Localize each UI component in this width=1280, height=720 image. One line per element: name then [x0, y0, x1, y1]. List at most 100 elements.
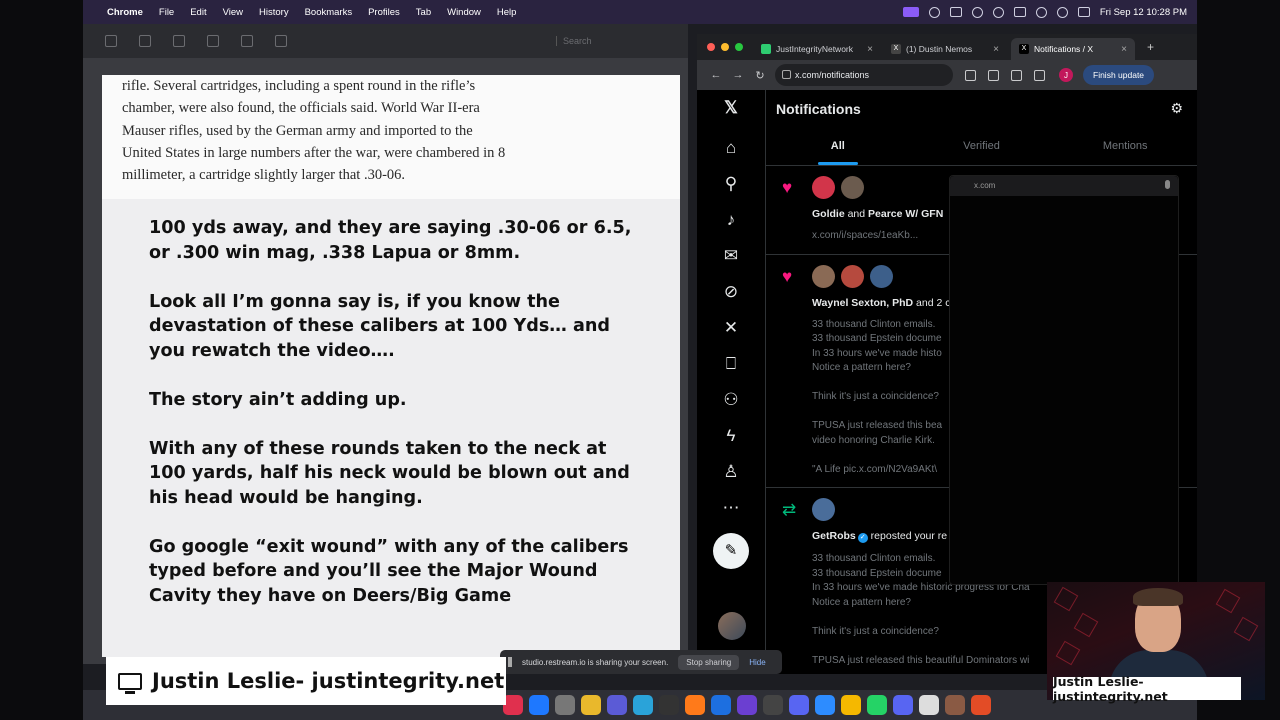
- url-field[interactable]: x.com/notifications: [775, 64, 953, 86]
- media-icon[interactable]: [241, 35, 253, 47]
- finish-update-button[interactable]: Finish update: [1083, 65, 1155, 85]
- tab-mentions[interactable]: Mentions: [1053, 128, 1197, 165]
- dock-app-icon[interactable]: [529, 695, 549, 715]
- forward-icon[interactable]: →: [727, 69, 749, 81]
- bookmarks-icon[interactable]: ⎕: [721, 354, 741, 374]
- close-window-icon[interactable]: [707, 43, 715, 51]
- share-icon[interactable]: [275, 35, 287, 47]
- bookmark-star-icon[interactable]: [988, 69, 999, 81]
- menu-file[interactable]: File: [159, 7, 174, 18]
- control-center-icon[interactable]: [1077, 7, 1090, 17]
- close-tab-icon[interactable]: ×: [1121, 44, 1127, 55]
- notifications-bell-icon[interactable]: ♪: [721, 210, 741, 230]
- dock-app-icon[interactable]: [503, 695, 523, 715]
- settings-gear-icon[interactable]: ⚙: [1170, 100, 1183, 117]
- avatar[interactable]: [812, 498, 835, 521]
- grok-icon[interactable]: ⊘: [721, 282, 741, 302]
- trash-icon[interactable]: [105, 35, 117, 47]
- menu-window[interactable]: Window: [447, 7, 481, 18]
- avatar[interactable]: [812, 264, 835, 288]
- menu-edit[interactable]: Edit: [190, 7, 206, 18]
- status-icon[interactable]: [928, 6, 940, 18]
- wifi-icon[interactable]: [1035, 6, 1047, 18]
- font-icon[interactable]: [173, 35, 185, 47]
- user-name[interactable]: Waynel Sexton, PhD: [812, 297, 913, 309]
- account-avatar[interactable]: [718, 612, 746, 640]
- dock-app-icon[interactable]: [633, 695, 653, 715]
- menu-history[interactable]: History: [259, 7, 289, 18]
- menu-view[interactable]: View: [223, 7, 243, 18]
- menu-app-name[interactable]: Chrome: [107, 7, 143, 18]
- close-tab-icon[interactable]: ×: [867, 44, 873, 55]
- dock-app-icon[interactable]: [555, 695, 575, 715]
- dock-app-icon[interactable]: [867, 695, 887, 715]
- more-icon[interactable]: ⋯: [721, 498, 741, 518]
- tab-verified[interactable]: Verified: [910, 128, 1054, 165]
- dock-app-icon[interactable]: [841, 695, 861, 715]
- messages-icon[interactable]: ✉: [721, 246, 741, 266]
- zoom-window-icon[interactable]: [735, 43, 743, 51]
- hide-button[interactable]: Hide: [749, 658, 765, 667]
- user-name[interactable]: GetRobs: [812, 530, 856, 542]
- sidepanel-icon[interactable]: [1034, 69, 1045, 81]
- compose-icon[interactable]: [139, 35, 151, 47]
- minimize-window-icon[interactable]: [721, 43, 729, 51]
- dock-app-icon[interactable]: [763, 695, 783, 715]
- dock-app-icon[interactable]: [971, 695, 991, 715]
- dock-app-icon[interactable]: [607, 695, 627, 715]
- tab-notifications[interactable]: X Notifications / X ×: [1011, 38, 1135, 60]
- dock-app-icon[interactable]: [945, 695, 965, 715]
- record-icon[interactable]: [992, 6, 1004, 18]
- tab-dustin-nemos[interactable]: X (1) Dustin Nemos ×: [883, 38, 1007, 60]
- stop-sharing-button[interactable]: Stop sharing: [678, 654, 740, 670]
- menu-profiles[interactable]: Profiles: [368, 7, 400, 18]
- popup-address-bar[interactable]: x.com: [950, 176, 1178, 196]
- menu-help[interactable]: Help: [497, 7, 517, 18]
- menu-bookmarks[interactable]: Bookmarks: [305, 7, 353, 18]
- profile-avatar[interactable]: J: [1059, 68, 1073, 82]
- close-tab-icon[interactable]: ×: [993, 44, 999, 55]
- avatar[interactable]: [870, 264, 893, 288]
- back-icon[interactable]: ←: [705, 69, 727, 81]
- dock-app-icon[interactable]: [919, 695, 939, 715]
- explore-search-icon[interactable]: ⚲: [721, 174, 741, 194]
- dock-app-icon[interactable]: [711, 695, 731, 715]
- dock-app-icon[interactable]: [685, 695, 705, 715]
- table-icon[interactable]: [207, 35, 219, 47]
- user-name[interactable]: Pearce W/ GFN: [868, 208, 943, 220]
- communities-icon[interactable]: ⚇: [721, 390, 741, 410]
- status-icon[interactable]: [949, 7, 962, 17]
- dock-app-icon[interactable]: [737, 695, 757, 715]
- premium-x-icon[interactable]: ✕: [721, 318, 741, 338]
- search-icon[interactable]: [1056, 6, 1068, 18]
- profile-icon[interactable]: ♙: [721, 462, 741, 482]
- extensions-icon[interactable]: [1011, 69, 1022, 81]
- clock[interactable]: Fri Sep 12 10:28 PM: [1100, 7, 1187, 18]
- dock-app-icon[interactable]: [789, 695, 809, 715]
- mic-icon[interactable]: [1165, 180, 1170, 189]
- avatar[interactable]: [841, 176, 864, 199]
- user-name[interactable]: Goldie: [812, 208, 845, 220]
- document-search[interactable]: Search: [556, 36, 666, 46]
- status-icon[interactable]: [971, 6, 983, 18]
- site-info-icon[interactable]: [782, 70, 791, 79]
- dock-app-icon[interactable]: [659, 695, 679, 715]
- screen-share-icon[interactable]: [902, 7, 919, 17]
- post-button[interactable]: ✎: [713, 533, 749, 569]
- new-tab-icon[interactable]: +: [1147, 40, 1154, 54]
- dock-app-icon[interactable]: [581, 695, 601, 715]
- x-logo-icon[interactable]: 𝕏: [721, 98, 741, 118]
- tab-justintegrity[interactable]: JustIntegrityNetwork ×: [753, 38, 881, 60]
- avatar[interactable]: [812, 176, 835, 199]
- cast-icon[interactable]: [965, 69, 976, 81]
- reload-icon[interactable]: ↻: [749, 69, 771, 82]
- battery-icon[interactable]: [1013, 7, 1026, 17]
- tab-all[interactable]: All: [766, 128, 910, 165]
- notifications-header: Notifications ⚙: [766, 90, 1197, 128]
- verified-orgs-icon[interactable]: ϟ: [721, 426, 741, 446]
- avatar[interactable]: [841, 264, 864, 288]
- dock-app-icon[interactable]: [815, 695, 835, 715]
- dock-app-icon[interactable]: [893, 695, 913, 715]
- home-icon[interactable]: ⌂: [721, 138, 741, 158]
- menu-tab[interactable]: Tab: [416, 7, 431, 18]
